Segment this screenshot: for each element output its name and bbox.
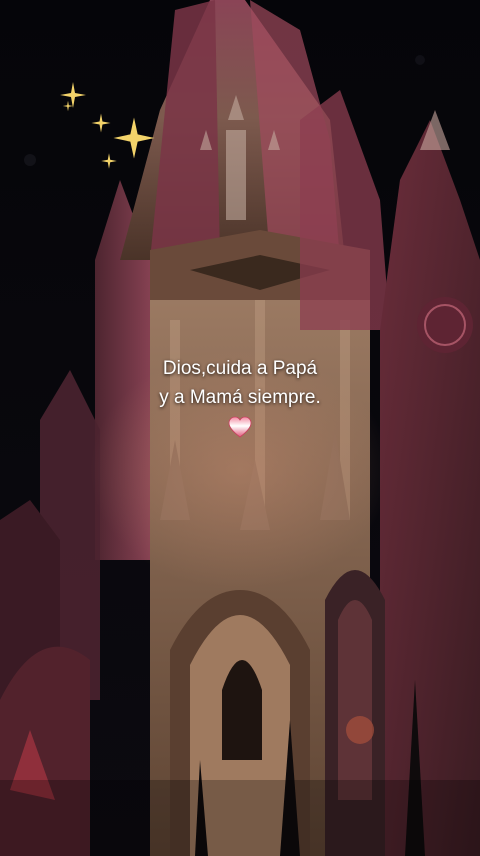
sparkle-icon (113, 117, 155, 159)
cathedral-photo: Dios,cuida a Papá y a Mamá siempre. (0, 0, 480, 856)
sparkle-icon (101, 153, 117, 169)
sparkle-icon (91, 113, 111, 133)
caption-line-2: y a Mamá siempre. (159, 387, 321, 408)
heart-icon (228, 416, 252, 438)
caption-line-1: Dios,cuida a Papá (162, 358, 318, 379)
sparkle-icon (62, 100, 74, 112)
